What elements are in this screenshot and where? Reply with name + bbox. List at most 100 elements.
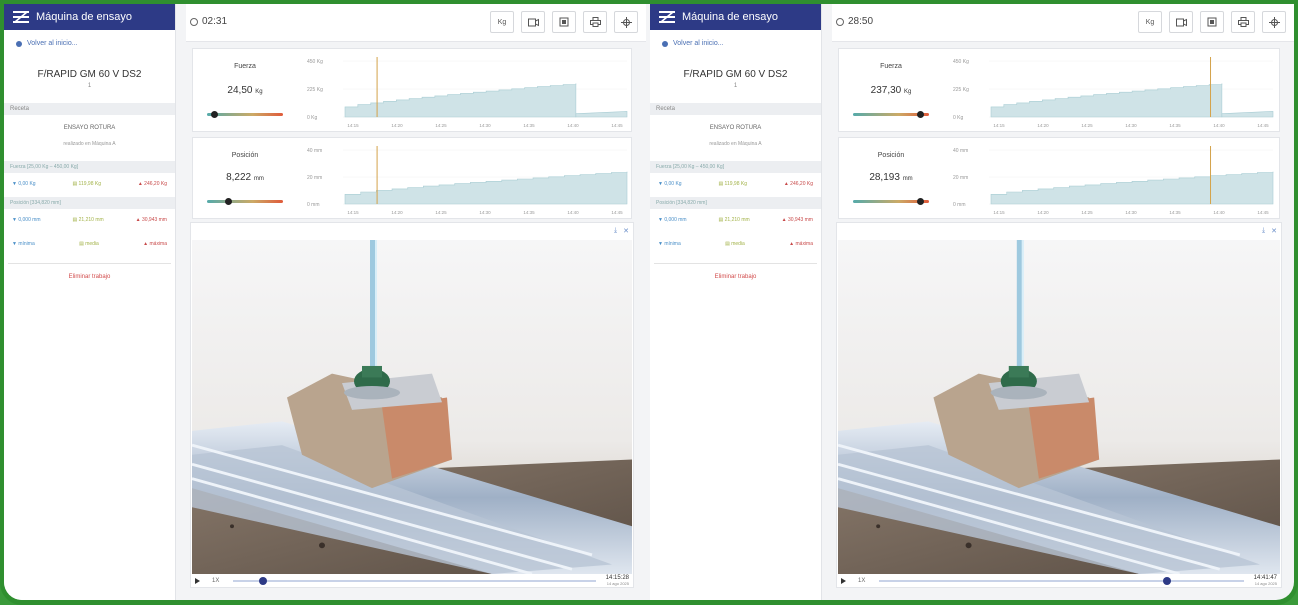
force-number: 237,30 (870, 85, 902, 96)
legend-avg: ▤ media (79, 241, 99, 247)
sidebar: Máquina de ensayo Volver al inicio... F/… (4, 4, 176, 600)
print-button[interactable] (583, 11, 607, 33)
main-area: 28:50 Kg Fuerza 237,30 Kg 450 Kg 225 Kg … (832, 4, 1294, 600)
app-title: Máquina de ensayo (682, 11, 779, 23)
x-tick-label: 14:15 (347, 210, 359, 215)
data-area (344, 83, 577, 118)
elapsed-timer: 28:50 (836, 16, 873, 27)
position-gauge[interactable] (853, 198, 929, 205)
data-area (344, 171, 628, 205)
video-frame[interactable] (192, 240, 632, 574)
timeline-slider[interactable] (879, 576, 1244, 585)
screenshot-button[interactable] (1200, 11, 1224, 33)
crosshair-button[interactable] (614, 11, 638, 33)
playback-speed[interactable]: 1X (212, 578, 219, 584)
force-unit: Kg (255, 89, 263, 95)
video-player: 1X 14:41:47 14 ago 2025 (837, 574, 1281, 587)
video-actions: ⤓ ✕ (1262, 227, 1277, 235)
stats-legend: ▼ mínima ▤ media ▲ máxima (650, 223, 821, 247)
download-icon[interactable]: ⤓ (614, 227, 617, 235)
position-gauge-knob[interactable] (224, 198, 232, 205)
crosshair-icon (620, 16, 632, 28)
clock-icon (190, 17, 198, 26)
timer-value: 02:31 (202, 16, 228, 27)
timeline-thumb[interactable] (1163, 576, 1172, 585)
force-gauge[interactable] (853, 111, 929, 118)
data-area-after-break (1221, 111, 1274, 118)
timeline-slider[interactable] (233, 576, 596, 585)
force-max: ▲ 246,20 Kg (137, 181, 167, 187)
play-icon[interactable] (841, 577, 846, 584)
x-tick-label: 14:40 (567, 123, 579, 128)
y-tick-label: 0 mm (953, 202, 966, 208)
position-number: 28,193 (869, 172, 900, 183)
x-tick-label: 14:40 (567, 210, 579, 215)
delete-job-button[interactable]: Eliminar trabajo (650, 274, 821, 280)
video-frame[interactable] (838, 240, 1280, 574)
position-avg: ▤ 21,210 mm (718, 217, 750, 223)
force-gauge[interactable] (207, 111, 283, 118)
force-value: 237,30 Kg (839, 85, 943, 96)
video-player: 1X 14:15:28 14 ago 2025 (191, 574, 633, 587)
x-tick-label: 14:15 (993, 123, 1005, 128)
playback-clock: 14:41:47 (1253, 574, 1277, 581)
x-tick-label: 14:30 (479, 210, 491, 215)
recipe-sub: realizado en Máquina A (709, 141, 762, 147)
stats-legend: ▼ mínima ▤ media ▲ máxima (4, 223, 175, 247)
print-button[interactable] (1231, 11, 1255, 33)
video-button[interactable] (1169, 11, 1193, 33)
position-avg: ▤ 21,210 mm (72, 217, 104, 223)
force-chart: 450 Kg 225 Kg 0 Kg 14:15 14:20 14:25 14:30 14:3… (307, 57, 628, 128)
y-tick-label: 40 mm (953, 148, 968, 154)
unit-kg-button[interactable]: Kg (490, 11, 514, 33)
x-tick-label: 14:20 (391, 123, 403, 128)
playback-clock: 14:15:28 (605, 574, 629, 581)
position-card: Posición 28,193 mm 40 mm 20 mm 0 mm 14:15 14… (838, 137, 1280, 219)
close-icon[interactable]: ✕ (1271, 227, 1277, 235)
pane-left: Máquina de ensayo Volver al inicio... F/… (4, 4, 646, 600)
play-icon[interactable] (195, 577, 200, 584)
app-title: Máquina de ensayo (36, 11, 133, 23)
back-link[interactable]: Volver al inicio... (650, 30, 821, 47)
screenshot-icon (559, 17, 569, 27)
position-range-header: Posición [334,820 mm] (4, 197, 175, 209)
position-stats: ▼ 0,000 mm ▤ 21,210 mm ▲ 30,943 mm (4, 209, 175, 223)
position-gauge-knob[interactable] (917, 198, 925, 205)
recipe-header: Receta (4, 103, 175, 115)
force-min: ▼ 0,00 Kg (12, 181, 36, 187)
force-gauge-knob[interactable] (917, 111, 925, 118)
data-area (990, 83, 1223, 118)
position-gauge[interactable] (207, 198, 283, 205)
force-min: ▼ 0,00 Kg (658, 181, 682, 187)
unit-kg-button[interactable]: Kg (1138, 11, 1162, 33)
x-tick-label: 14:25 (1081, 123, 1093, 128)
screenshot-button[interactable] (552, 11, 576, 33)
position-value: 8,222 mm (193, 172, 297, 183)
force-value: 24,50 Kg (193, 85, 297, 96)
x-tick-label: 14:40 (1213, 123, 1225, 128)
x-tick-label: 14:15 (347, 123, 359, 128)
print-icon (1237, 17, 1249, 27)
back-link[interactable]: Volver al inicio... (4, 30, 175, 47)
x-tick-label: 14:20 (1037, 210, 1049, 215)
force-range-header: Fuerza [25,00 Kg – 450,00 Kg] (650, 161, 821, 173)
video-button[interactable] (521, 11, 545, 33)
x-tick-label: 14:35 (523, 123, 535, 128)
legend-min: ▼ mínima (658, 241, 681, 247)
video-actions: ⤓ ✕ (614, 227, 629, 235)
crosshair-button[interactable] (1262, 11, 1286, 33)
delete-job-button[interactable]: Eliminar trabajo (4, 274, 175, 280)
force-stats: ▼ 0,00 Kg ▤ 119,98 Kg ▲ 246,20 Kg (650, 173, 821, 187)
playback-speed[interactable]: 1X (858, 578, 865, 584)
force-gauge-knob[interactable] (210, 111, 218, 118)
timeline-thumb[interactable] (258, 576, 267, 585)
toolbar: Kg (1138, 11, 1286, 33)
video-icon (527, 18, 539, 26)
y-tick-label: 450 Kg (307, 59, 323, 65)
x-tick-label: 14:35 (1169, 123, 1181, 128)
download-icon[interactable]: ⤓ (1262, 227, 1265, 235)
close-icon[interactable]: ✕ (623, 227, 629, 235)
test-specimen-image (192, 240, 632, 574)
x-tick-label: 14:30 (479, 123, 491, 128)
top-bar: 28:50 Kg (832, 4, 1294, 42)
